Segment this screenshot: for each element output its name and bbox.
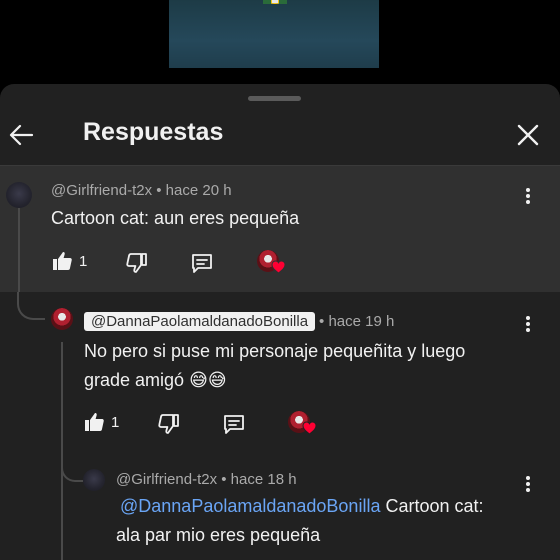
comment-text-line: No pero si puse mi personaje pequeñita y… xyxy=(84,341,466,361)
thumbs-up-icon xyxy=(85,413,104,431)
video-player-area[interactable] xyxy=(0,0,560,84)
more-vertical-icon xyxy=(526,316,530,332)
drag-handle[interactable] xyxy=(248,96,301,101)
cartoon-character-image xyxy=(263,0,287,4)
replies-header: Respuestas xyxy=(0,104,560,166)
comment-author[interactable]: @DannaPaolamaldanadoBonilla xyxy=(84,312,316,331)
page-title: Respuestas xyxy=(83,118,224,146)
comment-options-button[interactable] xyxy=(518,184,538,208)
comment-time: • hace 20 h xyxy=(156,182,232,199)
like-count: 1 xyxy=(111,413,120,431)
comment-text-segment: Cartoon cat: xyxy=(380,496,484,516)
comment-meta: @Girlfriend-t2x • hace 18 h xyxy=(116,471,297,488)
reply-comment-icon xyxy=(224,415,244,434)
reply-button[interactable] xyxy=(223,413,245,435)
more-vertical-icon xyxy=(526,476,530,492)
thread-connector xyxy=(61,460,83,482)
video-thumbnail[interactable] xyxy=(169,0,379,68)
close-icon xyxy=(517,124,539,146)
avatar[interactable] xyxy=(6,182,32,208)
avatar[interactable] xyxy=(83,469,105,491)
dislike-button[interactable] xyxy=(158,413,180,435)
comment-options-button[interactable] xyxy=(518,312,538,336)
comment-text-line: ala par mio eres pequeña xyxy=(116,525,321,545)
avatar[interactable] xyxy=(51,308,73,330)
comment-text: Cartoon cat: aun eres pequeña xyxy=(51,208,300,228)
comment-meta: @Girlfriend-t2x • hace 20 h xyxy=(51,182,232,199)
replies-panel: Respuestas @Girlfriend-t2x • hace 20 h C… xyxy=(0,84,560,560)
creator-heart xyxy=(257,250,287,278)
comment-time: • hace 19 h xyxy=(319,313,395,330)
comment-author[interactable]: @Girlfriend-t2x xyxy=(116,471,217,488)
thread-connector xyxy=(17,292,45,320)
comment-author[interactable]: @Girlfriend-t2x xyxy=(51,182,152,199)
close-button[interactable] xyxy=(513,120,543,150)
back-button[interactable] xyxy=(6,120,36,150)
thumbs-up-icon xyxy=(53,252,72,270)
reply-comment-icon xyxy=(192,254,212,273)
like-button[interactable]: 1 xyxy=(83,411,119,433)
creator-heart-icon xyxy=(271,260,286,274)
dislike-button[interactable] xyxy=(126,252,148,274)
comment-text: @DannaPaolamaldanadoBonilla Cartoon cat:… xyxy=(116,492,484,550)
comment-text: No pero si puse mi personaje pequeñita y… xyxy=(84,337,465,395)
arrow-back-icon xyxy=(9,124,34,146)
thumbs-down-icon xyxy=(158,414,179,434)
comment-options-button[interactable] xyxy=(518,472,538,496)
mention-link[interactable]: @DannaPaolamaldanadoBonilla xyxy=(120,496,380,516)
creator-heart-icon xyxy=(302,421,317,435)
reply-button[interactable] xyxy=(191,252,213,274)
creator-heart xyxy=(288,411,318,439)
parent-comment: @Girlfriend-t2x • hace 20 h Cartoon cat:… xyxy=(0,166,560,308)
comment-time: • hace 18 h xyxy=(221,471,297,488)
comment-text-line: grade amigó 😅😅 xyxy=(84,370,227,390)
reply-comment: @Girlfriend-t2x • hace 18 h @DannaPaolam… xyxy=(0,460,560,560)
like-count: 1 xyxy=(79,252,88,270)
comment-meta: @DannaPaolamaldanadoBonilla • hace 19 h xyxy=(84,312,394,331)
comment-text-line: @DannaPaolamaldanadoBonilla Cartoon cat: xyxy=(116,492,484,521)
reply-comment: @DannaPaolamaldanadoBonilla • hace 19 h N… xyxy=(0,292,560,560)
like-button[interactable]: 1 xyxy=(51,250,87,272)
thumbs-down-icon xyxy=(126,253,147,273)
more-vertical-icon xyxy=(526,188,530,204)
